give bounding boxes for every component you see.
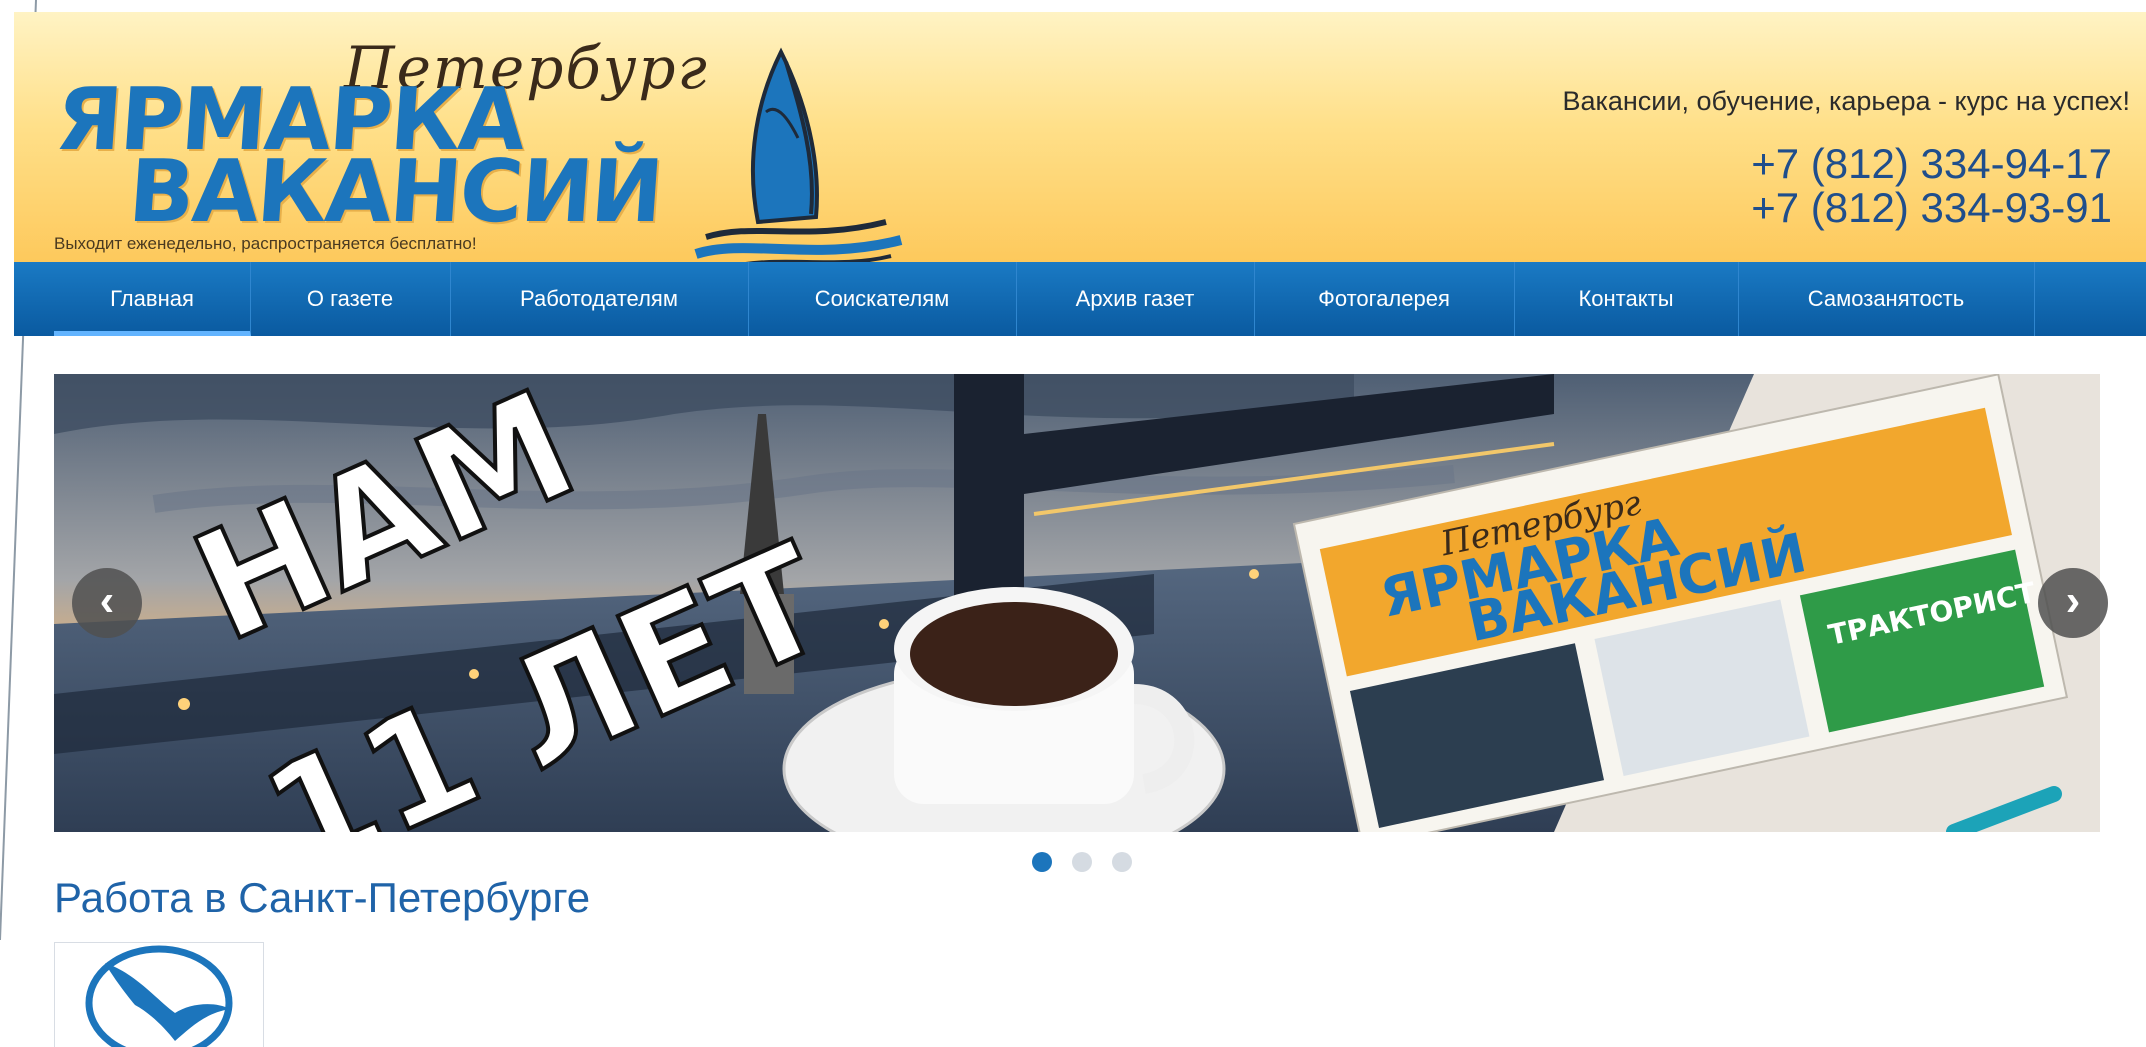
- nav-item-home[interactable]: Главная: [54, 262, 251, 336]
- slider-next-button[interactable]: ›: [2038, 568, 2108, 638]
- slider-dot-2[interactable]: [1072, 852, 1092, 872]
- slider-dot-1[interactable]: [1032, 852, 1052, 872]
- nav-item-employers[interactable]: Работодателям: [450, 262, 749, 336]
- nav-item-archive[interactable]: Архив газет: [1016, 262, 1255, 336]
- nav-item-about[interactable]: О газете: [250, 262, 451, 336]
- sailboat-logo-icon: [694, 47, 903, 270]
- main-nav: Главная О газете Работодателям Соискател…: [14, 262, 2146, 336]
- slider-dot-3[interactable]: [1112, 852, 1132, 872]
- logo-title-line2[interactable]: ВАКАНСИЙ: [126, 142, 665, 242]
- chevron-right-icon: ›: [2065, 576, 2081, 625]
- nav-item-gallery[interactable]: Фотогалерея: [1254, 262, 1515, 336]
- slider-image: Петербург ЯРМАРКА ВАКАНСИЙ ТРАКТОРИСТ НА…: [54, 374, 2100, 832]
- slider-prev-button[interactable]: ‹: [72, 568, 142, 638]
- section-title: Работа в Санкт-Петербурге: [54, 874, 591, 921]
- chevron-left-icon: ‹: [99, 576, 115, 625]
- header-slogan: Вакансии, обучение, карьера - курс на ус…: [1562, 86, 2130, 116]
- nav-item-contacts[interactable]: Контакты: [1514, 262, 1739, 336]
- phone-number-1[interactable]: +7 (812) 334-94-17: [1751, 140, 2112, 188]
- logo-tagline: Выходит еженедельно, распространяется бе…: [54, 234, 477, 253]
- site-header: Петербург ЯРМАРКА ВАКАНСИЙ Выходит ежене…: [14, 12, 2146, 270]
- company-logo[interactable]: [54, 942, 264, 1047]
- nav-item-applicants[interactable]: Соискателям: [748, 262, 1017, 336]
- nav-item-self-employment[interactable]: Самозанятость: [1738, 262, 2035, 336]
- hero-slider[interactable]: Петербург ЯРМАРКА ВАКАНСИЙ ТРАКТОРИСТ НА…: [54, 374, 2100, 832]
- phone-number-2[interactable]: +7 (812) 334-93-91: [1751, 184, 2112, 232]
- bird-icon: [85, 945, 233, 1047]
